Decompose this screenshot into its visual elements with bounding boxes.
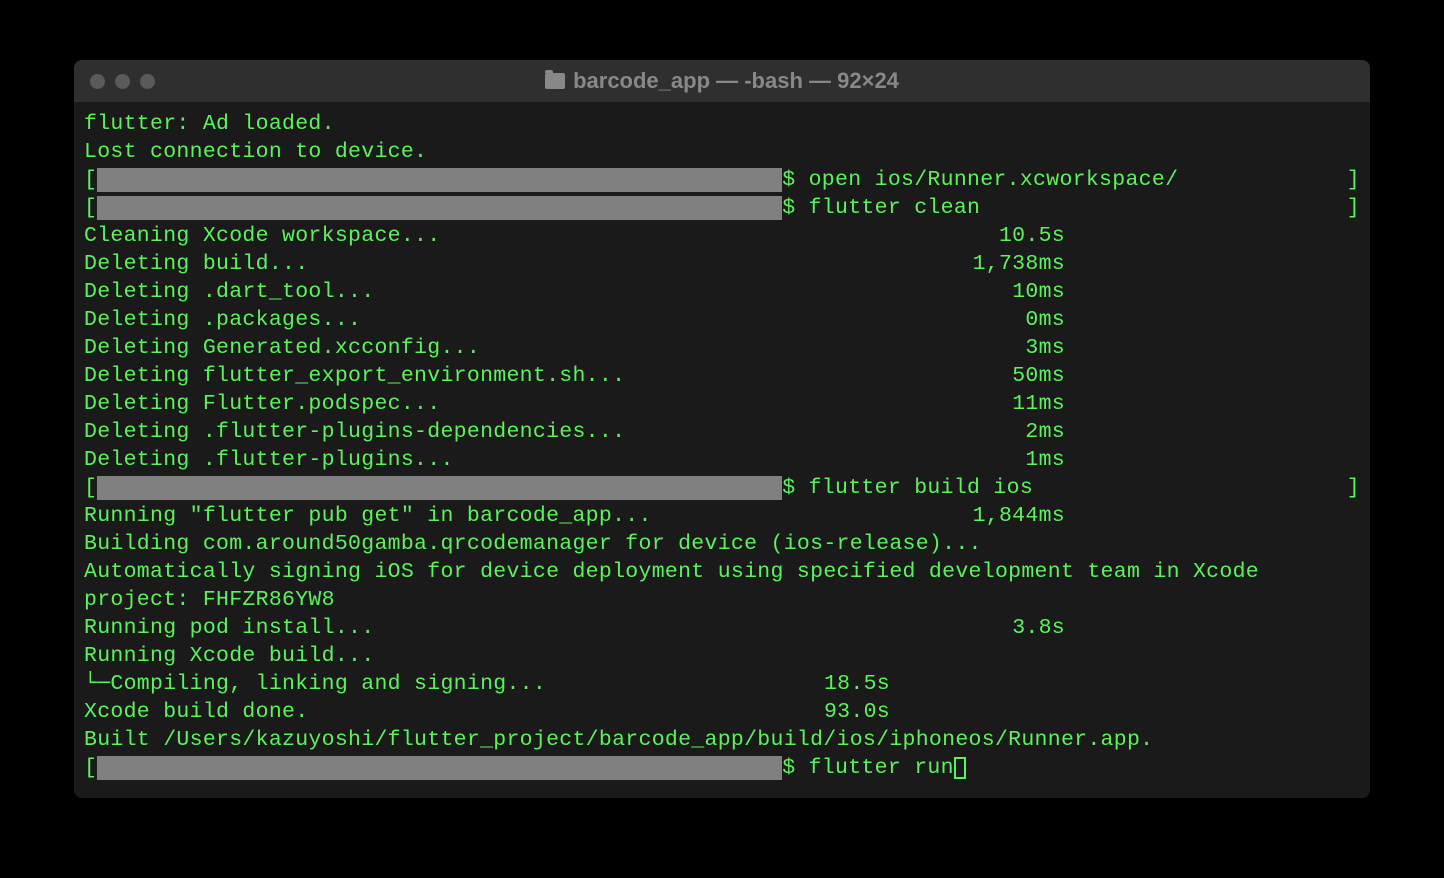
output-line: Deleting Generated.xcconfig... 3ms bbox=[84, 334, 1360, 362]
output-line: Running "flutter pub get" in barcode_app… bbox=[84, 502, 1360, 530]
output-line: Deleting .dart_tool... 10ms bbox=[84, 278, 1360, 306]
output-line: Building com.around50gamba.qrcodemanager… bbox=[84, 530, 1360, 558]
command-text: $ flutter build ios bbox=[782, 474, 1033, 502]
redacted-prompt bbox=[97, 196, 782, 220]
status-label: Deleting .flutter-plugins-dependencies..… bbox=[84, 418, 625, 446]
status-time: 11ms bbox=[1012, 390, 1360, 418]
status-label: Deleting Generated.xcconfig... bbox=[84, 334, 480, 362]
output-line: └─Compiling, linking and signing... 18.5… bbox=[84, 670, 1360, 698]
maximize-button[interactable] bbox=[140, 74, 155, 89]
output-line: project: FHFZR86YW8 bbox=[84, 586, 1360, 614]
bracket-left: [ bbox=[84, 754, 97, 782]
command-text: $ flutter clean bbox=[782, 194, 980, 222]
cursor bbox=[954, 757, 966, 779]
redacted-prompt bbox=[97, 476, 782, 500]
output-line: Running pod install... 3.8s bbox=[84, 614, 1360, 642]
prompt-line: [ $ flutter build ios ] bbox=[84, 474, 1360, 502]
status-time: 0ms bbox=[1025, 306, 1360, 334]
status-time: 3.8s bbox=[1012, 614, 1360, 642]
command-text: $ flutter run bbox=[782, 754, 954, 782]
output-line: Deleting .flutter-plugins-dependencies..… bbox=[84, 418, 1360, 446]
prompt-line-current[interactable]: [ $ flutter run bbox=[84, 754, 1360, 782]
status-time: 3ms bbox=[1025, 334, 1360, 362]
minimize-button[interactable] bbox=[115, 74, 130, 89]
output-line: Deleting Flutter.podspec... 11ms bbox=[84, 390, 1360, 418]
status-time: 18.5s bbox=[824, 670, 1360, 698]
status-label: Deleting flutter_export_environment.sh..… bbox=[84, 362, 625, 390]
status-time: 93.0s bbox=[824, 698, 1360, 726]
titlebar[interactable]: barcode_app — -bash — 92×24 bbox=[74, 60, 1370, 102]
bracket-left: [ bbox=[84, 166, 97, 194]
status-time: 10.5s bbox=[999, 222, 1360, 250]
redacted-prompt bbox=[97, 168, 782, 192]
terminal-window: barcode_app — -bash — 92×24 flutter: Ad … bbox=[74, 60, 1370, 798]
output-line: Built /Users/kazuyoshi/flutter_project/b… bbox=[84, 726, 1360, 754]
folder-icon bbox=[545, 73, 565, 89]
status-label: Deleting Flutter.podspec... bbox=[84, 390, 440, 418]
output-line: Lost connection to device. bbox=[84, 138, 1360, 166]
status-label: Xcode build done. bbox=[84, 698, 308, 726]
output-line: flutter: Ad loaded. bbox=[84, 110, 1360, 138]
output-line: Deleting build... 1,738ms bbox=[84, 250, 1360, 278]
output-line: Deleting .flutter-plugins... 1ms bbox=[84, 446, 1360, 474]
close-button[interactable] bbox=[90, 74, 105, 89]
output-line: Xcode build done. 93.0s bbox=[84, 698, 1360, 726]
status-label: └─Compiling, linking and signing... bbox=[84, 670, 546, 698]
status-time: 2ms bbox=[1025, 418, 1360, 446]
prompt-line: [ $ flutter clean ] bbox=[84, 194, 1360, 222]
status-time: 1ms bbox=[1025, 446, 1360, 474]
output-line: Deleting .packages... 0ms bbox=[84, 306, 1360, 334]
status-time: 10ms bbox=[1012, 278, 1360, 306]
bracket-right: ] bbox=[1347, 166, 1360, 194]
status-label: Cleaning Xcode workspace... bbox=[84, 222, 440, 250]
status-label: Deleting .dart_tool... bbox=[84, 278, 374, 306]
status-time: 1,738ms bbox=[973, 250, 1360, 278]
status-label: Running "flutter pub get" in barcode_app… bbox=[84, 502, 652, 530]
status-time: 50ms bbox=[1012, 362, 1360, 390]
bracket-right: ] bbox=[1347, 474, 1360, 502]
output-line: Deleting flutter_export_environment.sh..… bbox=[84, 362, 1360, 390]
command-text: $ open ios/Runner.xcworkspace/ bbox=[782, 166, 1178, 194]
status-label: Deleting .packages... bbox=[84, 306, 361, 334]
traffic-lights bbox=[90, 74, 155, 89]
terminal-body[interactable]: flutter: Ad loaded. Lost connection to d… bbox=[74, 102, 1370, 798]
window-title: barcode_app — -bash — 92×24 bbox=[90, 68, 1354, 94]
redacted-prompt bbox=[97, 756, 782, 780]
bracket-right: ] bbox=[1347, 194, 1360, 222]
output-line: Cleaning Xcode workspace... 10.5s bbox=[84, 222, 1360, 250]
output-line: Automatically signing iOS for device dep… bbox=[84, 558, 1360, 586]
bracket-left: [ bbox=[84, 194, 97, 222]
status-label: Running pod install... bbox=[84, 614, 374, 642]
window-title-text: barcode_app — -bash — 92×24 bbox=[573, 68, 899, 94]
output-line: Running Xcode build... bbox=[84, 642, 1360, 670]
status-label: Deleting .flutter-plugins... bbox=[84, 446, 454, 474]
status-label: Deleting build... bbox=[84, 250, 308, 278]
bracket-left: [ bbox=[84, 474, 97, 502]
status-time: 1,844ms bbox=[973, 502, 1360, 530]
prompt-line: [ $ open ios/Runner.xcworkspace/ ] bbox=[84, 166, 1360, 194]
